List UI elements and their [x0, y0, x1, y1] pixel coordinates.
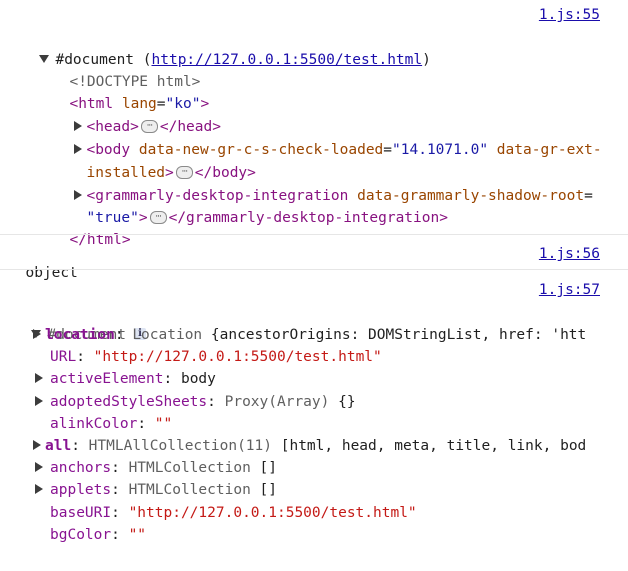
property-separator: : [111, 460, 129, 476]
ellipsis-icon[interactable]: ··· [149, 210, 167, 224]
expand-triangle-icon[interactable] [35, 484, 43, 494]
property-preview: [html, head, meta, title, link, bod [280, 438, 587, 454]
property-separator: : [76, 349, 94, 365]
expand-triangle-icon[interactable] [35, 462, 43, 472]
property-row-bgcolor[interactable]: bgColor: "" [50, 524, 146, 546]
log-divider [0, 269, 628, 270]
property-separator: : [207, 394, 225, 410]
html-close-node[interactable]: </html> [52, 207, 130, 248]
grammarly-open-end: > [138, 210, 148, 226]
property-class-name: Location [132, 327, 211, 343]
property-separator: : [114, 327, 133, 343]
property-row-anchors[interactable]: anchors: HTMLCollection [] [35, 457, 277, 479]
property-row-activeelement[interactable]: activeElement: body [35, 368, 216, 390]
property-preview: [] [259, 460, 277, 476]
property-row-location[interactable]: location: Location {ancestorOrigins: DOM… [33, 324, 586, 346]
property-row-applets[interactable]: applets: HTMLCollection [] [35, 479, 277, 501]
property-class-name: HTMLAllCollection(11) [88, 438, 281, 454]
grammarly-close-tag: </grammarly-desktop-integration> [168, 210, 448, 226]
property-row-baseuri[interactable]: baseURI: "http://127.0.0.1:5500/test.htm… [50, 502, 417, 524]
property-separator: : [137, 416, 155, 432]
property-row-alinkcolor[interactable]: alinkColor: "" [50, 413, 172, 435]
property-name: alinkColor [50, 416, 138, 432]
property-class-name: Proxy(Array) [224, 394, 339, 410]
collapse-triangle-icon[interactable] [39, 55, 50, 63]
body-attr-check-loaded-value: "14.1071.0" [392, 142, 489, 158]
object-text: object [25, 265, 78, 281]
property-name: URL [50, 349, 77, 365]
property-string-value: "http://127.0.0.1:5500/test.html" [93, 349, 382, 365]
body-node[interactable]: <body data-new-gr-c-s-check-loaded="14.1… [57, 117, 602, 158]
grammarly-node[interactable]: <grammarly-desktop-integration data-gram… [57, 163, 593, 204]
property-name: adoptedStyleSheets [50, 394, 208, 410]
property-string-value: "" [154, 416, 173, 432]
source-link-3[interactable]: 1.js:57 [539, 279, 600, 301]
property-row-adoptedstylesheets[interactable]: adoptedStyleSheets: Proxy(Array) {} [35, 391, 356, 413]
expand-triangle-icon[interactable] [33, 440, 41, 450]
property-string-value: "http://127.0.0.1:5500/test.html" [128, 505, 417, 521]
property-separator: : [111, 482, 129, 498]
property-class-name: HTMLCollection [128, 482, 260, 498]
property-preview: {ancestorOrigins: DOMStringList, href: '… [210, 327, 587, 343]
expand-triangle-icon[interactable] [35, 373, 43, 383]
log-message-object: object [8, 240, 77, 281]
property-name: anchors [50, 460, 112, 476]
html-open-node[interactable]: <html lang="ko"> [52, 71, 209, 112]
property-value: body [180, 371, 216, 387]
head-node[interactable]: <head> ··· </head> [57, 94, 221, 135]
property-name: baseURI [50, 505, 112, 521]
property-preview: {} [338, 394, 356, 410]
grammarly-attr-eq: = [584, 188, 593, 204]
source-link-2[interactable]: 1.js:56 [539, 243, 600, 265]
property-class-name: HTMLCollection [128, 460, 260, 476]
expand-triangle-icon[interactable] [35, 396, 43, 406]
property-separator: : [111, 527, 129, 543]
property-name: activeElement [50, 371, 164, 387]
document-close-paren: ) [422, 52, 431, 68]
expand-triangle-icon[interactable] [33, 329, 41, 339]
property-name: location [45, 327, 115, 343]
log-divider [0, 234, 628, 235]
property-name: applets [50, 482, 112, 498]
property-separator: : [111, 505, 129, 521]
document-root-row[interactable]: #document (http://127.0.0.1:5500/test.ht… [22, 27, 431, 68]
property-name: all [45, 438, 72, 454]
property-separator: : [71, 438, 89, 454]
source-link-1[interactable]: 1.js:55 [539, 4, 600, 26]
property-string-value: "" [128, 527, 147, 543]
document-object-root[interactable]: #document i [14, 302, 147, 343]
property-name: bgColor [50, 527, 112, 543]
property-preview: [] [259, 482, 277, 498]
property-row-all[interactable]: all: HTMLAllCollection(11) [html, head, … [33, 435, 586, 457]
property-separator: : [163, 371, 181, 387]
body-attr-ext-installed: data-gr-ext- [488, 142, 602, 158]
grammarly-node-continued[interactable]: "true"> ··· </grammarly-desktop-integratio… [69, 185, 447, 226]
body-attr-eq: = [383, 142, 393, 158]
property-row-url[interactable]: URL: "http://127.0.0.1:5500/test.html" [50, 346, 382, 368]
doctype-node[interactable]: <!DOCTYPE html> [52, 49, 200, 90]
body-node-continued[interactable]: installed> ··· </body> [69, 140, 255, 181]
